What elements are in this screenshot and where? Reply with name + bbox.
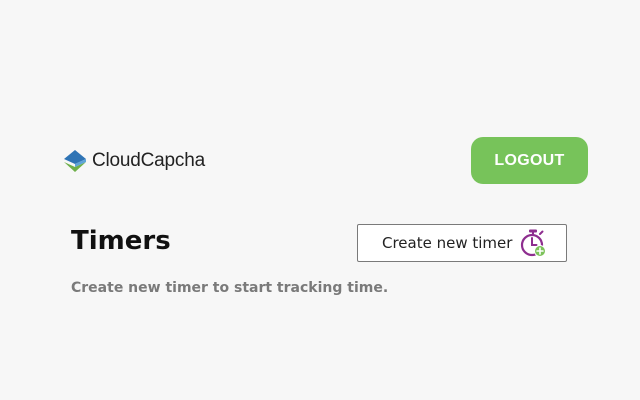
brand-logo: CloudCapcha xyxy=(62,146,205,176)
page-title: Timers xyxy=(71,226,171,256)
create-timer-button[interactable]: Create new timer xyxy=(357,224,567,262)
stopwatch-plus-icon xyxy=(521,229,547,257)
create-timer-label: Create new timer xyxy=(382,234,513,252)
cloudcapcha-logo-icon xyxy=(64,150,86,172)
logout-button[interactable]: LOGOUT xyxy=(471,137,588,184)
brand-name: CloudCapcha xyxy=(92,150,205,171)
empty-state-message: Create new timer to start tracking time. xyxy=(71,280,389,296)
